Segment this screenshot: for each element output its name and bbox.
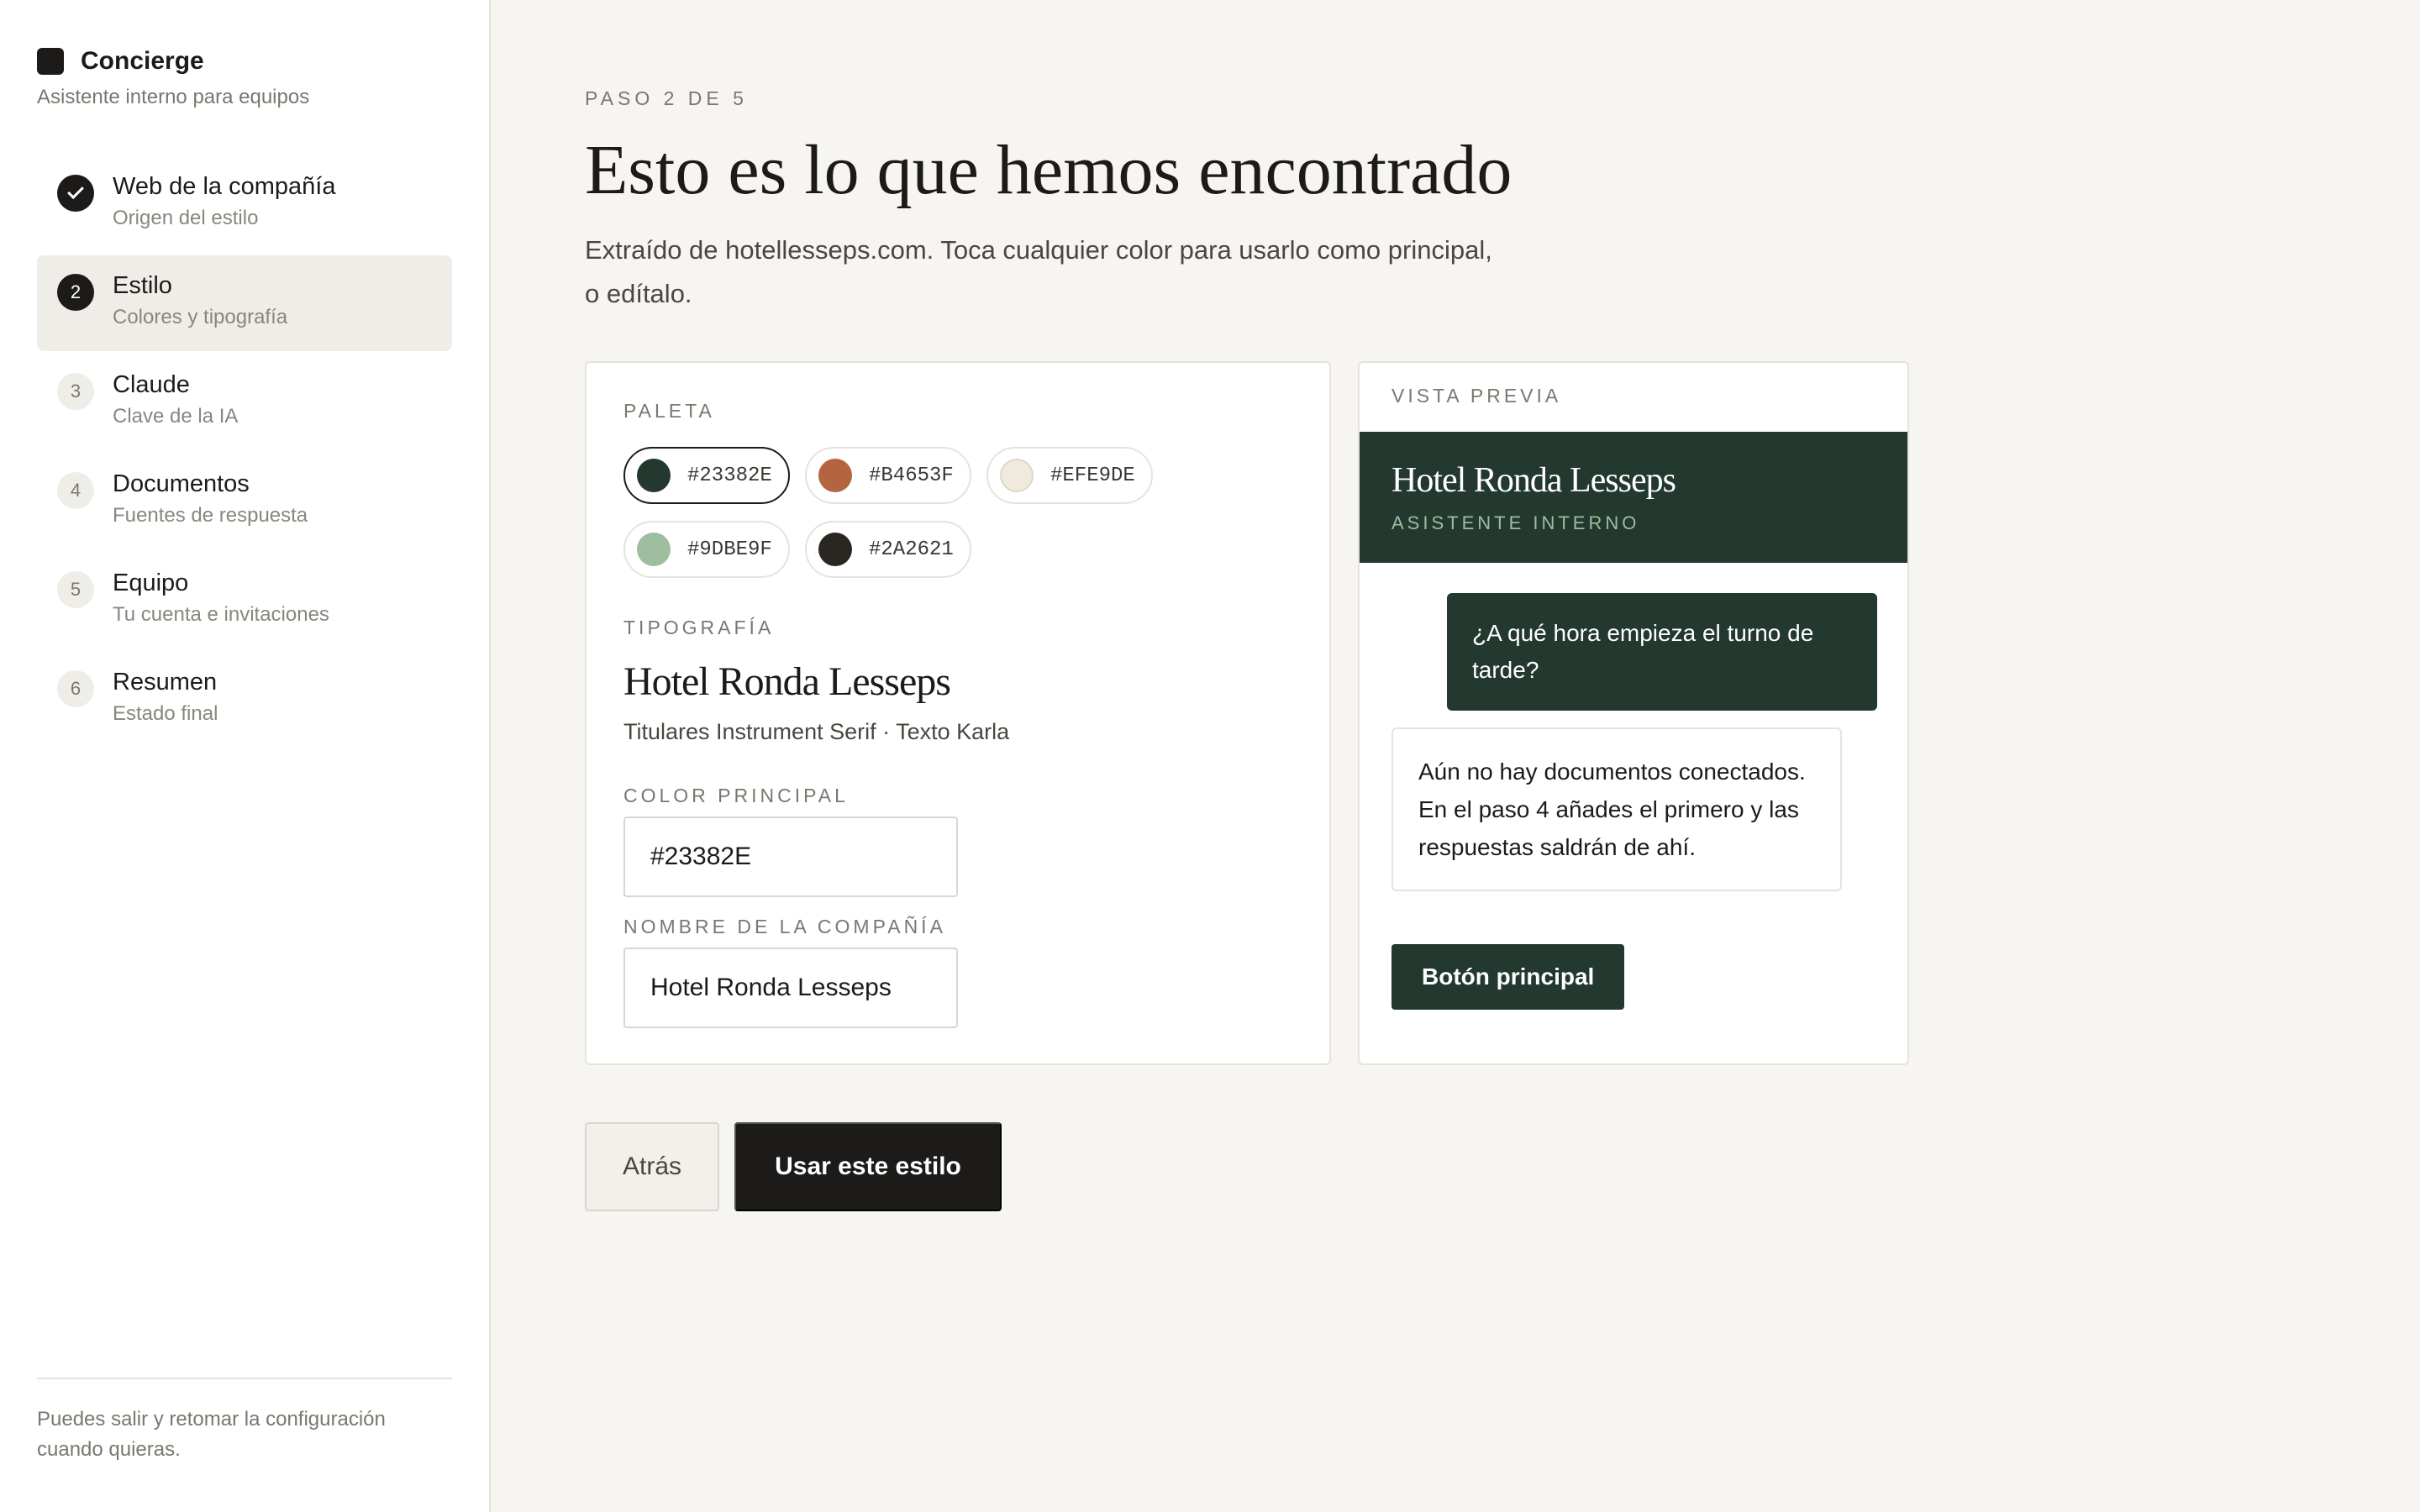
swatch-0[interactable]: #23382E [623, 447, 790, 504]
page-description: Extraído de hotellesseps.com. Toca cualq… [585, 235, 1492, 308]
primary-color-label: COLOR PRINCIPAL [623, 785, 849, 806]
brand-name: Concierge [81, 47, 204, 75]
typography-sample: Hotel Ronda Lesseps [623, 659, 951, 704]
step-style[interactable]: 2 Estilo Colores y tipografía [37, 255, 452, 351]
step-company-web[interactable]: Web de la compañía Origen del estilo [37, 156, 452, 252]
step-title: Estilo [113, 272, 172, 299]
step-number: 4 [57, 472, 94, 509]
typography-meta: Titulares Instrument Serif · Texto Karla [623, 719, 1010, 744]
sidebar: Concierge Asistente interno para equipos… [0, 0, 491, 1512]
step-summary[interactable]: 6 Resumen Estado final [37, 652, 452, 748]
preview-primary-button[interactable]: Botón principal [1392, 944, 1625, 1010]
company-name-input[interactable]: Hotel Ronda Lesseps [623, 948, 958, 1028]
step-team[interactable]: 5 Equipo Tu cuenta e invitaciones [37, 553, 452, 648]
step-subtitle: Clave de la IA [113, 405, 239, 428]
step-number: 3 [57, 373, 94, 410]
step-subtitle: Colores y tipografía [113, 306, 288, 328]
swatch-1[interactable]: #B4653F [805, 447, 971, 504]
primary-color-input[interactable]: #23382E [623, 816, 958, 897]
company-name-label: NOMBRE DE LA COMPAÑÍA [623, 916, 946, 937]
step-eyebrow: PASO 2 DE 5 [585, 87, 748, 109]
step-number: 6 [57, 670, 94, 707]
color-dot [818, 533, 852, 566]
sidebar-footer-note: Puedes salir y retomar la configuración … [37, 1378, 452, 1465]
preview-brand-subtitle: ASISTENTE INTERNO [1392, 512, 1640, 533]
palette-label: PALETA [623, 400, 715, 422]
steps-nav: Web de la compañía Origen del estilo 2 E… [37, 156, 452, 751]
step-subtitle: Fuentes de respuesta [113, 504, 308, 527]
step-number: 2 [57, 274, 94, 311]
preview-card: VISTA PREVIA Hotel Ronda Lesseps ASISTEN… [1358, 361, 1909, 1065]
swatch-hex: #23382E [687, 464, 772, 487]
step-subtitle: Tu cuenta e invitaciones [113, 603, 329, 626]
user-message-bubble: ¿A qué hora empieza el turno de tarde? [1447, 593, 1877, 711]
brand: Concierge Asistente interno para equipos [37, 47, 309, 109]
color-dot [1000, 459, 1034, 492]
back-button[interactable]: Atrás [585, 1122, 719, 1211]
swatch-2[interactable]: #EFE9DE [986, 447, 1153, 504]
brand-logo-icon [37, 48, 64, 75]
swatch-hex: #B4653F [869, 464, 954, 487]
step-title: Claude [113, 371, 190, 398]
brand-subtitle: Asistente interno para equipos [37, 86, 310, 108]
use-style-button[interactable]: Usar este estilo [734, 1122, 1002, 1211]
preview-header: Hotel Ronda Lesseps ASISTENTE INTERNO [1360, 432, 1907, 563]
color-dot [637, 533, 671, 566]
step-number: 5 [57, 571, 94, 608]
step-title: Resumen [113, 669, 218, 696]
preview-brand: Hotel Ronda Lesseps [1392, 461, 1676, 500]
check-icon [57, 175, 94, 212]
style-card: PALETA #23382E #B4653F #EFE9DE #9DBE9F #… [585, 361, 1331, 1065]
step-subtitle: Estado final [113, 702, 218, 725]
swatch-4[interactable]: #2A2621 [805, 521, 971, 578]
bot-message-bubble: Aún no hay documentos conectados. En el … [1392, 727, 1842, 891]
swatch-hex: #9DBE9F [687, 538, 772, 561]
typography-label: TIPOGRAFÍA [623, 617, 775, 638]
color-dot [818, 459, 852, 492]
preview-label: VISTA PREVIA [1392, 385, 1562, 407]
swatch-3[interactable]: #9DBE9F [623, 521, 790, 578]
step-title: Web de la compañía [113, 173, 336, 200]
swatch-hex: #2A2621 [869, 538, 954, 561]
step-title: Documentos [113, 470, 250, 497]
page-title: Esto es lo que hemos encontrado [585, 131, 1512, 209]
color-dot [637, 459, 671, 492]
step-subtitle: Origen del estilo [113, 207, 259, 229]
step-claude[interactable]: 3 Claude Clave de la IA [37, 354, 452, 450]
step-title: Equipo [113, 570, 189, 596]
step-documents[interactable]: 4 Documentos Fuentes de respuesta [37, 454, 452, 549]
swatch-hex: #EFE9DE [1050, 464, 1135, 487]
